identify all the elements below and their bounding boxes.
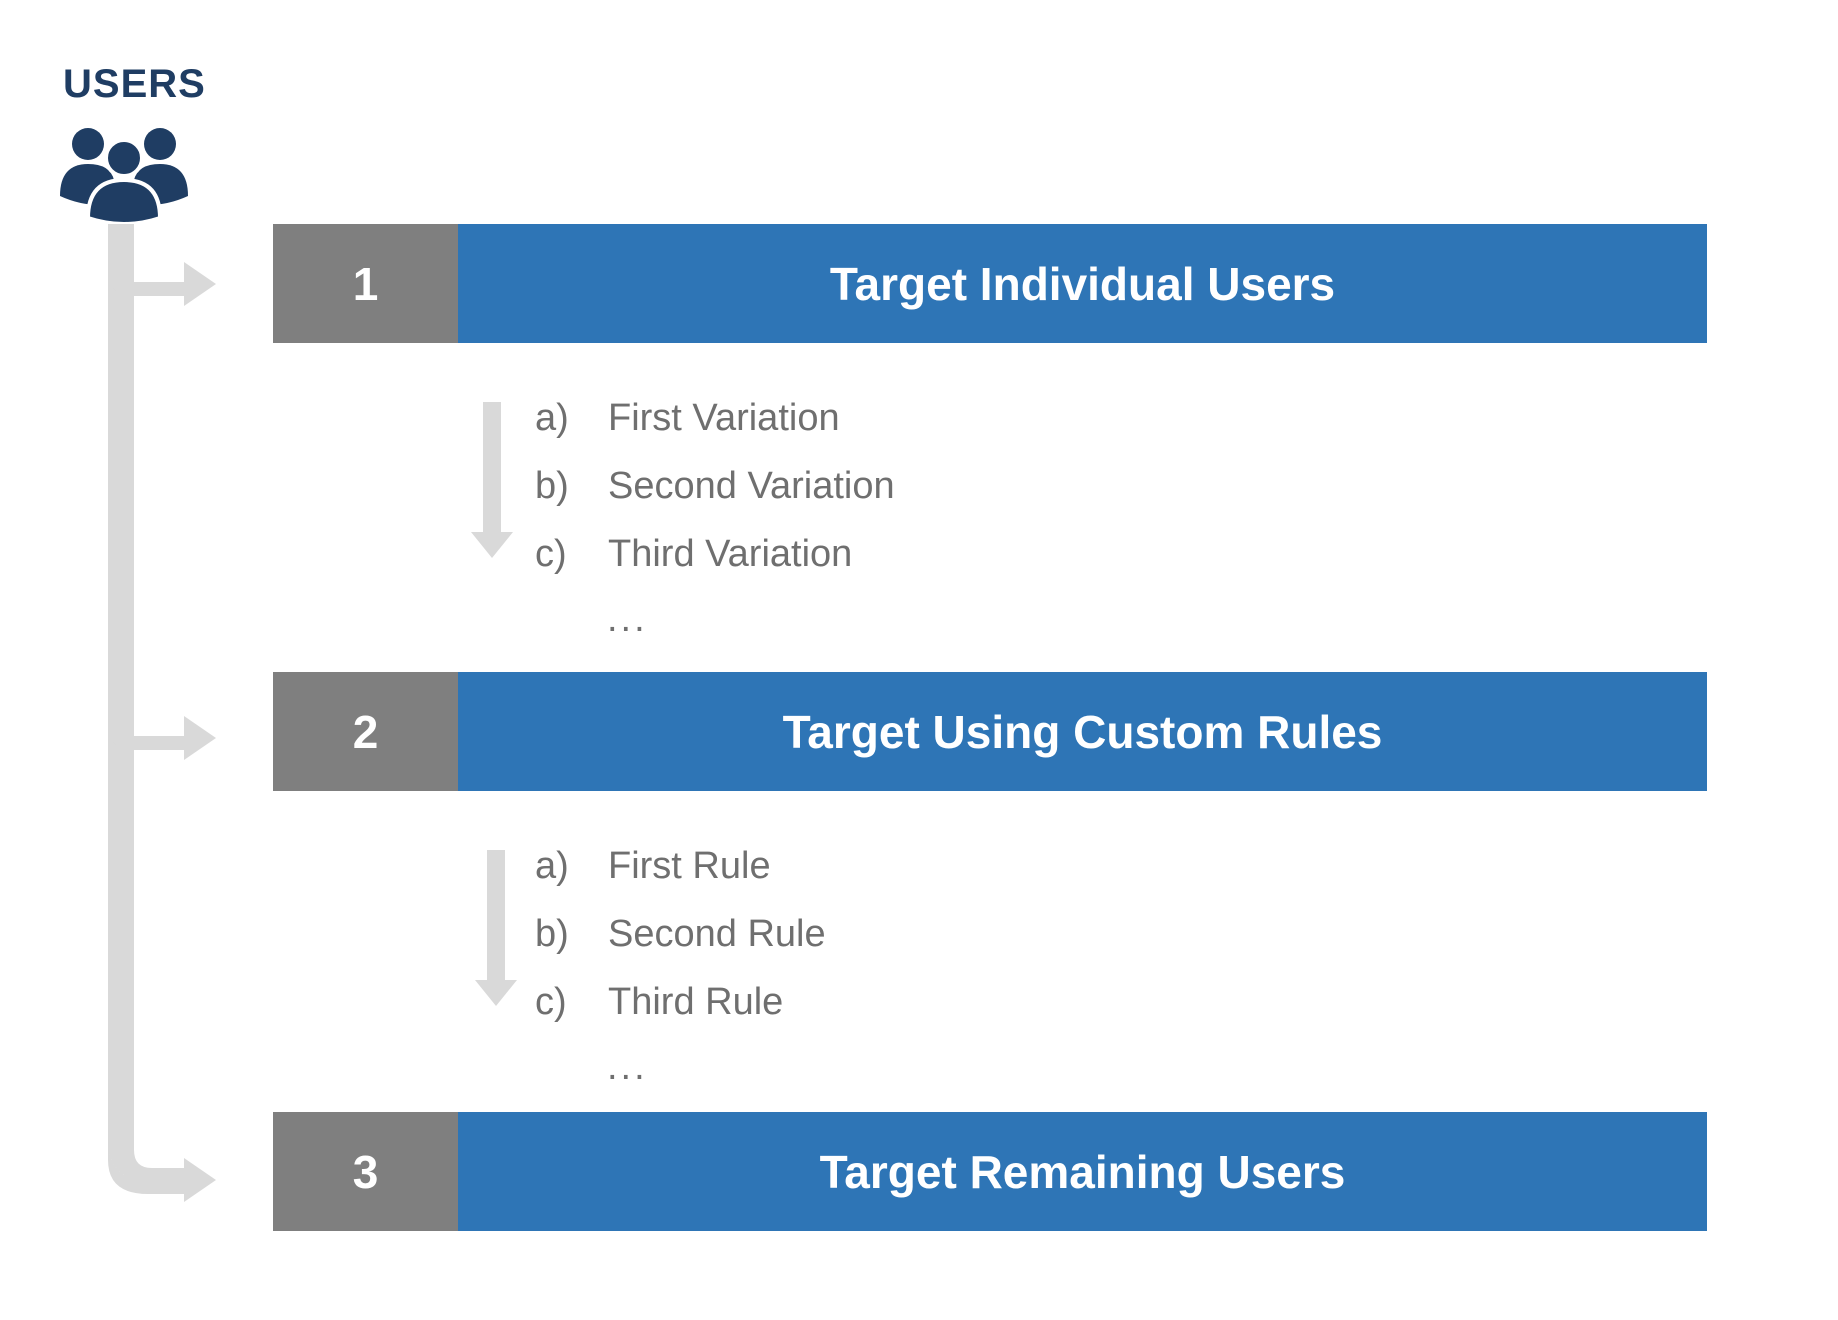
- step-2-items: a) First Rule b) Second Rule c) Third Ru…: [535, 832, 1235, 1036]
- list-item: c) Third Variation: [535, 520, 1235, 588]
- step-title: Target Remaining Users: [458, 1112, 1707, 1231]
- step-2-banner: 2 Target Using Custom Rules: [273, 672, 1707, 791]
- item-label: Third Variation: [608, 532, 853, 575]
- item-label: Second Rule: [608, 912, 826, 955]
- item-letter: b): [535, 912, 569, 955]
- item-letter: a): [535, 396, 569, 439]
- list-item: a) First Rule: [535, 832, 1235, 900]
- item-label: Third Rule: [608, 980, 784, 1023]
- item-letter: b): [535, 464, 569, 507]
- list-item: a) First Variation: [535, 384, 1235, 452]
- down-arrow-icon: [475, 850, 517, 1006]
- list-item: b) Second Rule: [535, 900, 1235, 968]
- item-label: First Rule: [608, 844, 771, 887]
- flow-diagram: USERS 1 Target Individual Users a) First…: [0, 0, 1838, 1320]
- step-1-banner: 1 Target Individual Users: [273, 224, 1707, 343]
- item-letter: c): [535, 980, 567, 1023]
- branch-arrow-3: [108, 1140, 216, 1202]
- step-number: 3: [273, 1112, 458, 1231]
- list-item: c) Third Rule: [535, 968, 1235, 1036]
- down-arrow-icon: [471, 402, 513, 558]
- users-title: USERS: [63, 62, 206, 106]
- more-ellipsis: ...: [607, 1046, 648, 1088]
- step-title: Target Using Custom Rules: [458, 672, 1707, 791]
- item-label: First Variation: [608, 396, 840, 439]
- users-group-icon: [60, 128, 188, 224]
- more-ellipsis: ...: [607, 598, 648, 640]
- step-number: 1: [273, 224, 458, 343]
- item-letter: c): [535, 532, 567, 575]
- item-label: Second Variation: [608, 464, 895, 507]
- step-title: Target Individual Users: [458, 224, 1707, 343]
- list-item: b) Second Variation: [535, 452, 1235, 520]
- step-3-banner: 3 Target Remaining Users: [273, 1112, 1707, 1231]
- connector-trunk: [108, 222, 134, 1152]
- step-1-items: a) First Variation b) Second Variation c…: [535, 384, 1235, 588]
- item-letter: a): [535, 844, 569, 887]
- step-number: 2: [273, 672, 458, 791]
